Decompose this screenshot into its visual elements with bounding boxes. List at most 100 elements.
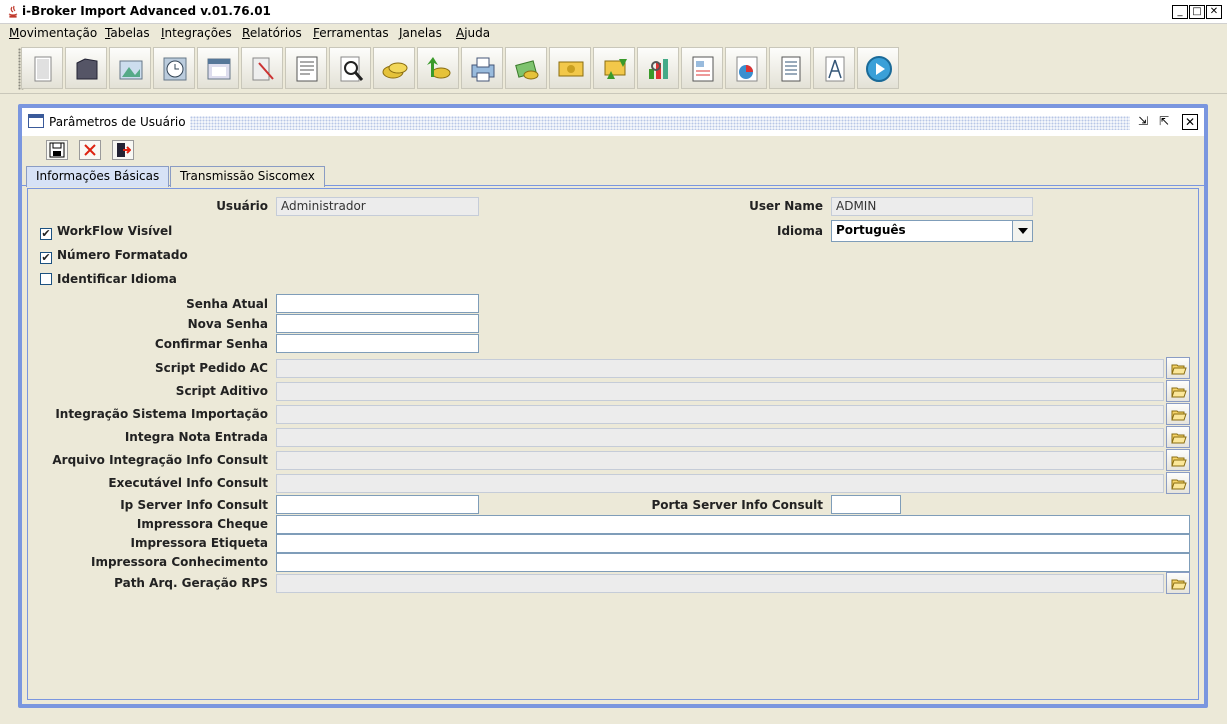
folder-open-icon	[1171, 387, 1187, 398]
report-icon[interactable]	[285, 47, 327, 89]
iconify-icon[interactable]: ⇲	[1135, 114, 1151, 130]
list-icon[interactable]	[769, 47, 811, 89]
integracao-browse-button[interactable]	[1166, 403, 1190, 425]
search-icon[interactable]	[329, 47, 371, 89]
printer-icon[interactable]	[461, 47, 503, 89]
folder-open-icon	[1171, 364, 1187, 375]
close-frame-icon[interactable]: ✕	[1182, 114, 1198, 130]
script-pedido-field	[276, 359, 1164, 378]
impressora-conhecimento-input[interactable]	[276, 553, 1190, 572]
script-pedido-browse-button[interactable]	[1166, 357, 1190, 379]
clock-icon[interactable]	[153, 47, 195, 89]
recycle-coins-icon[interactable]	[417, 47, 459, 89]
play-icon[interactable]	[857, 47, 899, 89]
user-parameters-frame: Parâmetros de Usuário ⇲ ⇱ ✕ Informações …	[18, 104, 1208, 708]
script-aditivo-label: Script Aditivo	[175, 384, 268, 398]
integracao-label: Integração Sistema Importação	[55, 407, 268, 421]
idioma-label: Idioma	[776, 224, 823, 238]
basic-info-panel: Usuário Administrador User Name ADMIN ✔ W…	[27, 188, 1199, 700]
folder-open-icon	[1171, 410, 1187, 421]
executavel-field	[276, 474, 1164, 493]
identificar-idioma-checkbox[interactable]: Identificar Idioma	[40, 272, 177, 286]
window-title: i-Broker Import Advanced v.01.76.01	[22, 4, 271, 18]
idioma-select[interactable]: Português	[831, 220, 1033, 242]
confirmar-senha-label: Confirmar Senha	[154, 337, 268, 351]
minimize-button[interactable]: _	[1172, 5, 1188, 19]
menu-bar: Movimentação Tabelas Integrações Relatór…	[0, 24, 1227, 44]
usuario-field: Administrador	[276, 197, 479, 216]
script-pedido-label: Script Pedido AC	[154, 361, 268, 375]
chart-icon[interactable]	[637, 47, 679, 89]
folder-icon[interactable]	[65, 47, 107, 89]
folder-open-icon	[1171, 579, 1187, 590]
currency-exchange-icon[interactable]	[593, 47, 635, 89]
impressora-etiqueta-input[interactable]	[276, 534, 1190, 553]
form-icon[interactable]	[681, 47, 723, 89]
menu-relatorios[interactable]: Relatórios	[242, 26, 302, 40]
impressora-etiqueta-label: Impressora Etiqueta	[130, 536, 269, 550]
main-toolbar	[0, 44, 1227, 94]
restore-icon[interactable]: ⇱	[1156, 114, 1172, 130]
arquivo-integracao-browse-button[interactable]	[1166, 449, 1190, 471]
script-aditivo-browse-button[interactable]	[1166, 380, 1190, 402]
nova-senha-input[interactable]	[276, 314, 479, 333]
path-rps-browse-button[interactable]	[1166, 572, 1190, 594]
frame-toolbar	[22, 136, 1204, 164]
window-titlebar: i-Broker Import Advanced v.01.76.01 _ □ …	[0, 0, 1227, 24]
impressora-cheque-input[interactable]	[276, 515, 1190, 534]
pie-chart-icon[interactable]	[725, 47, 767, 89]
executavel-browse-button[interactable]	[1166, 472, 1190, 494]
window-icon[interactable]	[197, 47, 239, 89]
frame-title: Parâmetros de Usuário	[49, 115, 190, 129]
save-icon[interactable]	[46, 140, 68, 160]
porta-server-label: Porta Server Info Consult	[651, 498, 823, 512]
money-icon[interactable]	[505, 47, 547, 89]
nova-senha-label: Nova Senha	[187, 317, 268, 331]
coins-icon[interactable]	[373, 47, 415, 89]
close-button[interactable]: ✕	[1206, 5, 1222, 19]
path-rps-field	[276, 574, 1164, 593]
checkmark-icon[interactable]: ✔	[40, 252, 52, 264]
executavel-label: Executável Info Consult	[108, 476, 268, 490]
menu-movimentacao[interactable]: Movimentação	[9, 26, 97, 40]
menu-tabelas[interactable]: Tabelas	[105, 26, 150, 40]
frame-titlebar[interactable]: Parâmetros de Usuário ⇲ ⇱ ✕	[22, 108, 1204, 136]
ip-server-input[interactable]	[276, 495, 479, 514]
arquivo-integracao-label: Arquivo Integração Info Consult	[52, 453, 268, 467]
cash-icon[interactable]	[549, 47, 591, 89]
confirmar-senha-input[interactable]	[276, 334, 479, 353]
title-grip	[190, 116, 1130, 130]
document-icon[interactable]	[21, 47, 63, 89]
menu-janelas[interactable]: Janelas	[399, 26, 442, 40]
checkmark-icon[interactable]: ✔	[40, 228, 52, 240]
numero-formatado-checkbox[interactable]: ✔ Número Formatado	[40, 248, 188, 264]
integracao-field	[276, 405, 1164, 424]
arquivo-integracao-field	[276, 451, 1164, 470]
compass-icon[interactable]	[813, 47, 855, 89]
menu-integracoes[interactable]: Integrações	[161, 26, 232, 40]
cut-icon[interactable]	[241, 47, 283, 89]
frame-window-icon	[28, 114, 44, 128]
folder-open-icon	[1171, 479, 1187, 490]
script-aditivo-field	[276, 382, 1164, 401]
username-field: ADMIN	[831, 197, 1033, 216]
maximize-button[interactable]: □	[1189, 5, 1205, 19]
exit-icon[interactable]	[112, 140, 134, 160]
impressora-cheque-label: Impressora Cheque	[136, 517, 268, 531]
impressora-conhecimento-label: Impressora Conhecimento	[90, 555, 268, 569]
workflow-visivel-checkbox[interactable]: ✔ WorkFlow Visível	[40, 224, 172, 240]
senha-atual-input[interactable]	[276, 294, 479, 313]
porta-server-input[interactable]	[831, 495, 901, 514]
tab-informacoes-basicas[interactable]: Informações Básicas	[26, 166, 170, 187]
chevron-down-icon[interactable]	[1012, 221, 1032, 241]
menu-ferramentas[interactable]: Ferramentas	[313, 26, 389, 40]
senha-atual-label: Senha Atual	[186, 297, 268, 311]
java-app-icon	[8, 5, 18, 18]
menu-ajuda[interactable]: Ajuda	[456, 26, 490, 40]
checkbox-empty-icon[interactable]	[40, 273, 52, 285]
delete-icon[interactable]	[79, 140, 101, 160]
tab-transmissao-siscomex[interactable]: Transmissão Siscomex	[170, 166, 325, 187]
integra-nota-browse-button[interactable]	[1166, 426, 1190, 448]
image-icon[interactable]	[109, 47, 151, 89]
ip-server-label: Ip Server Info Consult	[120, 498, 268, 512]
